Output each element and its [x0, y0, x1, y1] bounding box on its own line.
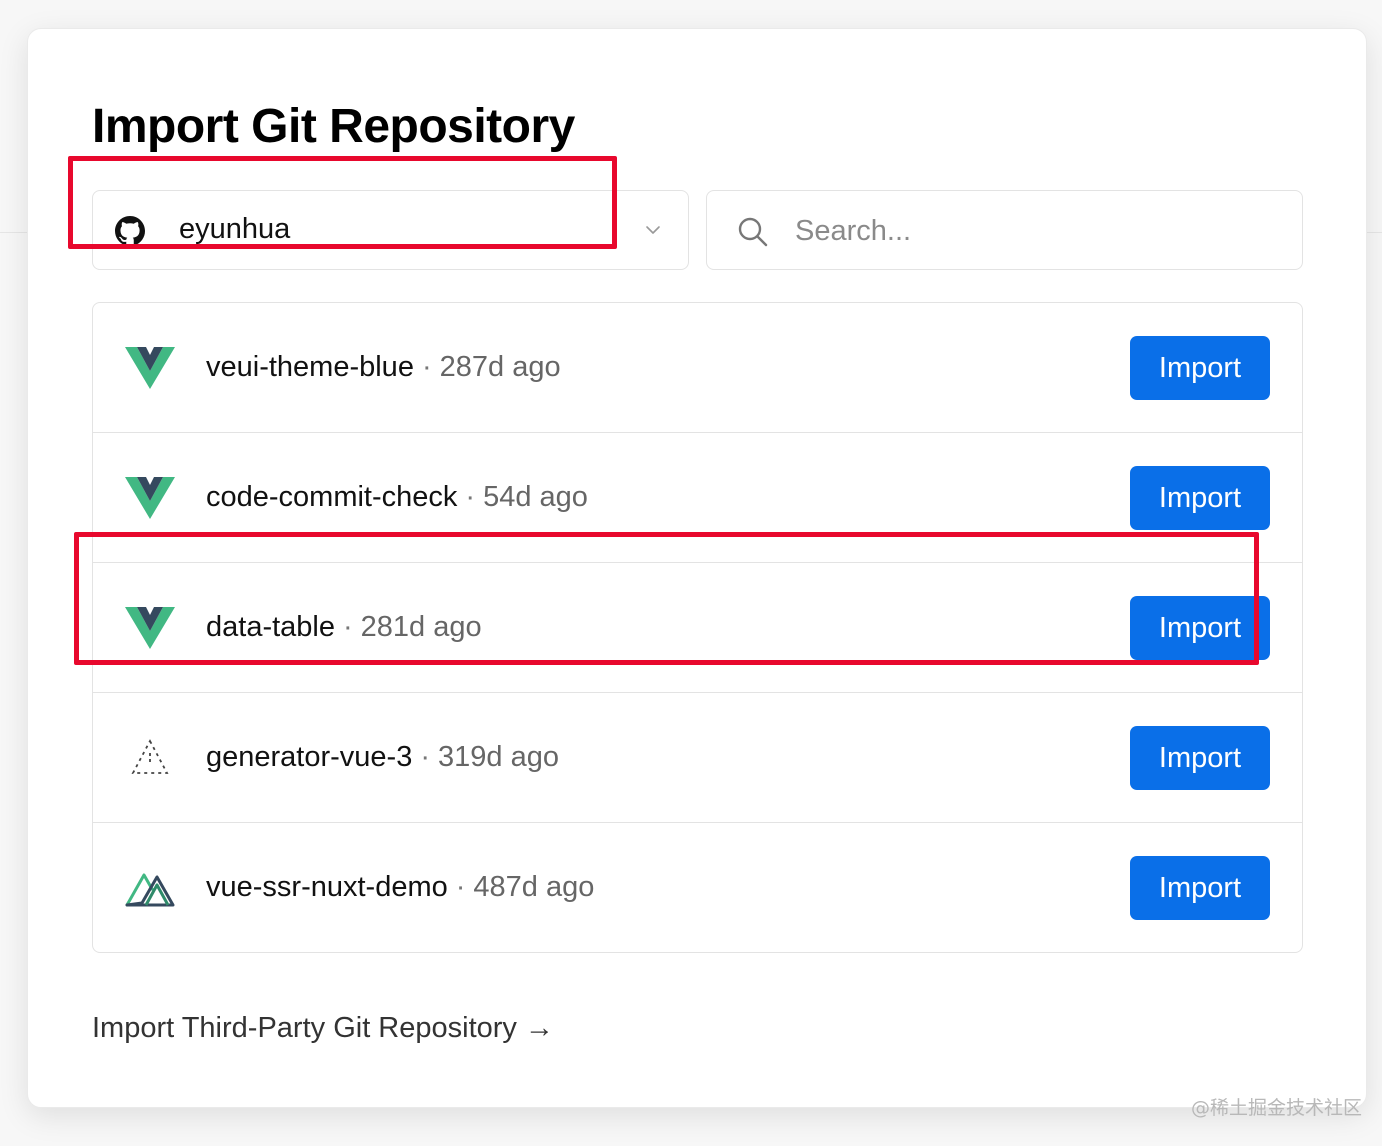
search-icon: [738, 217, 768, 247]
repo-row-generator-vue-3: generator-vue-3 · 319d ago Import: [93, 693, 1302, 823]
separator: ·: [465, 481, 476, 513]
repo-row-veui-theme-blue: veui-theme-blue · 287d ago Import: [93, 303, 1302, 433]
separator: ·: [421, 351, 432, 383]
repository-list: veui-theme-blue · 287d ago Import code-com…: [92, 302, 1303, 953]
repo-name: vue-ssr-nuxt-demo: [206, 871, 448, 903]
import-button[interactable]: Import: [1130, 726, 1270, 790]
repo-name: generator-vue-3: [206, 741, 413, 773]
third-party-label: Import Third-Party Git Repository: [92, 1012, 517, 1044]
github-icon: [115, 216, 145, 246]
import-button[interactable]: Import: [1130, 856, 1270, 920]
import-third-party-link[interactable]: Import Third-Party Git Repository →: [92, 1012, 554, 1045]
repo-name: code-commit-check: [206, 481, 458, 513]
account-select[interactable]: eyunhua: [92, 190, 689, 270]
repo-age: 487d ago: [473, 871, 595, 903]
separator: ·: [455, 871, 466, 903]
repo-row-code-commit-check: code-commit-check · 54d ago Import: [93, 433, 1302, 563]
separator: ·: [343, 611, 353, 643]
import-button[interactable]: Import: [1130, 466, 1270, 530]
import-button[interactable]: Import: [1130, 336, 1270, 400]
repo-row-vue-ssr-nuxt-demo: vue-ssr-nuxt-demo · 487d ago Import: [93, 823, 1302, 952]
vue-logo-icon: [125, 477, 175, 519]
repo-name: veui-theme-blue: [206, 351, 414, 383]
watermark: @稀土掘金技术社区: [1191, 1097, 1363, 1119]
separator: ·: [420, 741, 431, 773]
page-title: Import Git Repository: [92, 100, 575, 153]
repo-name: data-table: [206, 611, 335, 643]
repo-age: 287d ago: [439, 351, 561, 383]
repo-age: 281d ago: [360, 611, 482, 643]
repo-age: 54d ago: [483, 481, 588, 513]
dotted-triangle-icon: [131, 739, 169, 774]
account-name: eyunhua: [179, 213, 291, 245]
import-git-card: Import Git Repository eyunhua veui-theme…: [27, 28, 1367, 1108]
nuxt-logo-icon: [125, 873, 175, 907]
arrow-right-icon: →: [524, 1012, 554, 1044]
search-input[interactable]: [795, 209, 1275, 253]
import-button[interactable]: Import: [1130, 596, 1270, 660]
chevron-down-icon: [646, 226, 660, 234]
vue-logo-icon: [125, 607, 175, 649]
vue-logo-icon: [125, 347, 175, 389]
search-box[interactable]: [706, 190, 1303, 270]
repo-age: 319d ago: [438, 741, 559, 773]
repo-row-data-table: data-table · 281d ago Import: [93, 563, 1302, 693]
